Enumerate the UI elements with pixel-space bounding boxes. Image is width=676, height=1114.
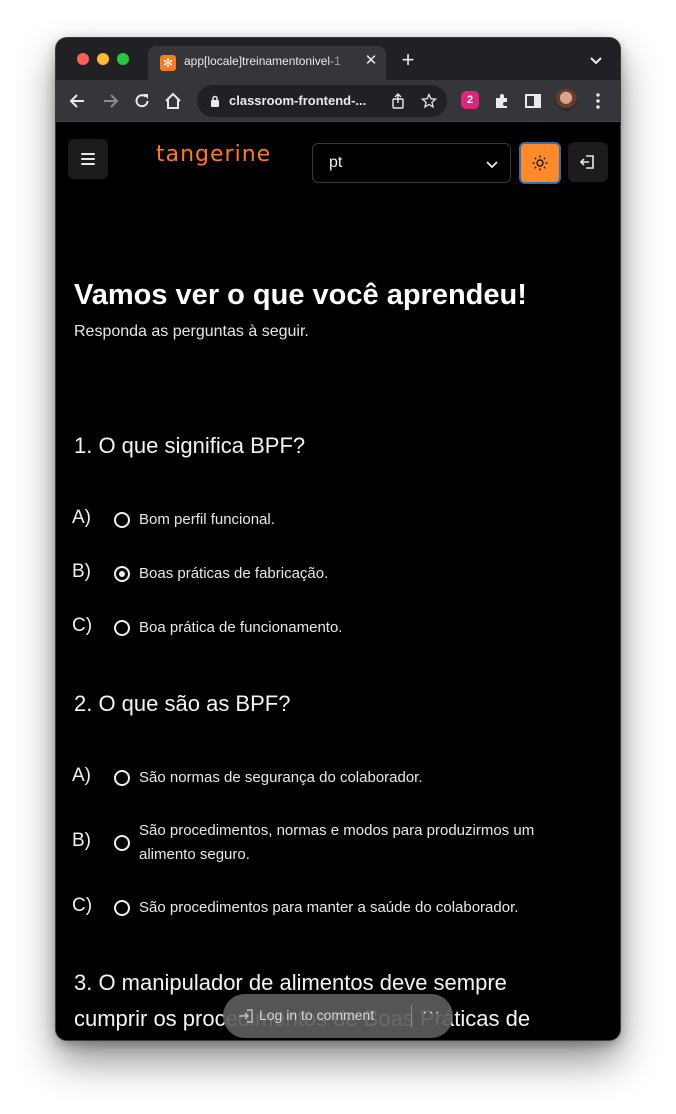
question-1: 1. O que significa BPF? [74, 433, 306, 458]
option-text: Bom perfil funcional. [139, 511, 275, 528]
option-text: São normas de segurança do colaborador. [139, 769, 423, 786]
option-letter: C) [72, 615, 93, 636]
language-value: pt [329, 154, 343, 171]
tab-search-chevron-icon[interactable] [588, 52, 604, 68]
tangerine-favicon-icon: ✻ [160, 55, 176, 71]
option-text: Boa prática de funcionamento. [139, 619, 343, 636]
option-text: São procedimentos, normas e modos para p… [139, 822, 535, 863]
theme-toggle-button[interactable] [519, 142, 561, 184]
close-tab-icon[interactable]: ✕ [362, 52, 380, 70]
tab-title: app[locale]treinamentonivel-1 [184, 54, 341, 68]
tangerine-logo[interactable]: tangerine [156, 142, 271, 167]
comment-bar[interactable]: Log in to comment ··· [223, 994, 453, 1038]
more-menu-icon[interactable] [588, 91, 608, 111]
chevron-down-icon [486, 161, 498, 169]
minimize-window-button[interactable] [97, 53, 109, 65]
radio-button[interactable] [114, 900, 130, 916]
tab-strip: ✻ app[locale]treinamentonivel-1 ✕ + [56, 38, 620, 80]
more-options-icon[interactable]: ··· [422, 1004, 441, 1022]
page-title: Vamos ver o que você aprendeu! [74, 279, 527, 311]
extension-badge-icon[interactable]: 2 [461, 91, 479, 109]
new-tab-icon[interactable]: + [398, 49, 418, 71]
option-letter: A) [72, 765, 91, 786]
browser-toolbar: classroom-frontend-... 2 [56, 80, 620, 122]
side-panel-icon[interactable] [523, 91, 543, 111]
language-select[interactable]: pt [312, 143, 511, 183]
share-icon[interactable] [390, 93, 406, 109]
hamburger-menu-button[interactable] [68, 139, 108, 179]
logout-icon [579, 155, 594, 169]
option-letter: C) [72, 895, 93, 916]
option-text: Boas práticas de fabricação. [139, 565, 329, 582]
bookmark-star-icon[interactable] [421, 93, 437, 109]
address-bar[interactable]: classroom-frontend-... [197, 85, 447, 117]
option-letter: B) [72, 561, 91, 582]
radio-button[interactable] [114, 512, 130, 528]
divider [411, 1005, 412, 1027]
forward-arrow-icon[interactable] [100, 91, 120, 111]
back-arrow-icon[interactable] [68, 91, 88, 111]
radio-button[interactable] [114, 620, 130, 636]
page-content: tangerine pt Vamos ver o que você aprend… [56, 123, 620, 1040]
close-window-button[interactable] [77, 53, 89, 65]
browser-window: ✻ app[locale]treinamentonivel-1 ✕ + clas… [56, 38, 620, 1040]
question-2: 2. O que são as BPF? [74, 691, 291, 716]
maximize-window-button[interactable] [117, 53, 129, 65]
home-icon[interactable] [163, 91, 183, 111]
page-subtitle: Responda as perguntas à seguir. [74, 323, 309, 340]
browser-tab[interactable]: ✻ app[locale]treinamentonivel-1 ✕ [148, 46, 386, 80]
reload-icon[interactable] [132, 91, 152, 111]
lock-icon [211, 95, 219, 107]
radio-button[interactable] [114, 835, 130, 851]
url-text: classroom-frontend-... [229, 93, 367, 108]
logout-button[interactable] [568, 142, 608, 182]
option-text: São procedimentos para manter a saúde do… [139, 899, 519, 916]
profile-avatar[interactable] [555, 89, 577, 111]
radio-button-selected[interactable] [114, 566, 130, 582]
sun-icon [532, 155, 548, 171]
extensions-puzzle-icon[interactable] [492, 91, 512, 111]
radio-button[interactable] [114, 770, 130, 786]
option-letter: B) [72, 830, 91, 851]
option-letter: A) [72, 507, 91, 528]
login-to-comment-button[interactable]: Log in to comment [259, 1007, 374, 1023]
login-arrow-icon [239, 1009, 253, 1023]
